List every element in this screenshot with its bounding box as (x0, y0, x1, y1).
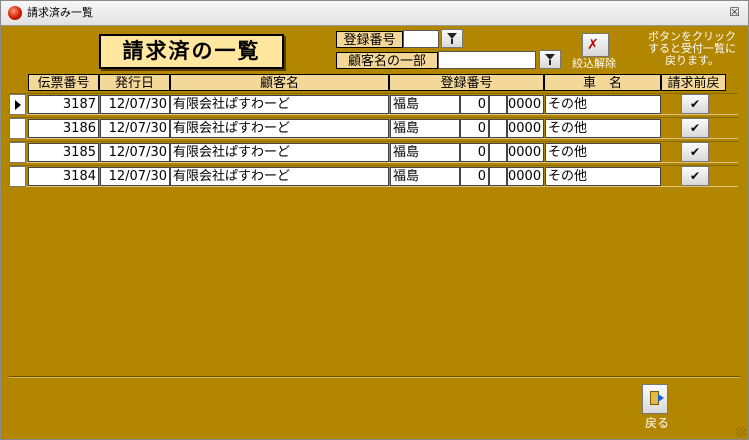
col-header-revert: 請求前戻 (661, 74, 726, 91)
cell-car-name[interactable]: その他 (545, 119, 661, 138)
cell-reg-area[interactable]: 福島 (390, 143, 460, 162)
cell-reg-kana[interactable] (489, 95, 507, 114)
cell-customer[interactable]: 有限会社ぱすわーど (170, 143, 389, 162)
cell-reg-kana[interactable] (489, 119, 507, 138)
back-button[interactable] (642, 384, 668, 414)
cell-reg-class[interactable]: 0 (460, 119, 489, 138)
return-hint-text: ボタンをクリックすると受付一覧に戻ります。 (648, 30, 736, 67)
revert-button[interactable]: ✔ (681, 94, 709, 114)
col-header-reg-no: 登録番号 (389, 74, 544, 91)
row-selector[interactable] (9, 142, 26, 163)
reg-no-filter-input[interactable] (403, 30, 439, 48)
cell-issue-date[interactable]: 12/07/30 (100, 95, 170, 114)
reg-no-filter-button[interactable] (441, 29, 463, 48)
row-selector[interactable] (9, 94, 26, 115)
cell-slip-no[interactable]: 3187 (28, 95, 99, 114)
clear-filter-button[interactable]: ✗ (582, 33, 609, 57)
cell-reg-number[interactable]: 0000 (507, 143, 544, 162)
form-body: 請求済の一覧 登録番号 顧客名の一部 ✗ 絞込解除 ボタンをクリックすると受付一… (2, 26, 747, 438)
col-header-customer: 顧客名 (170, 74, 389, 91)
cell-customer[interactable]: 有限会社ぱすわーど (170, 95, 389, 114)
cell-customer[interactable]: 有限会社ぱすわーど (170, 167, 389, 186)
cell-reg-class[interactable]: 0 (460, 167, 489, 186)
col-header-issue-date: 発行日 (99, 74, 170, 91)
cell-customer[interactable]: 有限会社ぱすわーど (170, 119, 389, 138)
reg-no-filter-label: 登録番号 (336, 31, 403, 48)
footer-divider (9, 376, 740, 378)
cell-reg-area[interactable]: 福島 (390, 95, 460, 114)
cell-reg-number[interactable]: 0000 (507, 95, 544, 114)
page-title: 請求済の一覧 (99, 34, 284, 69)
cell-reg-number[interactable]: 0000 (507, 119, 544, 138)
cell-slip-no[interactable]: 3184 (28, 167, 99, 186)
close-icon[interactable]: ☒ (729, 5, 740, 19)
col-header-slip-no: 伝票番号 (28, 74, 99, 91)
app-icon (8, 6, 22, 20)
cell-reg-number[interactable]: 0000 (507, 167, 544, 186)
cell-reg-class[interactable]: 0 (460, 95, 489, 114)
window-title: 請求済み一覧 (27, 6, 93, 19)
customer-part-filter-input[interactable] (438, 51, 536, 69)
funnel-stem (451, 39, 453, 44)
revert-button[interactable]: ✔ (681, 166, 709, 186)
revert-button[interactable]: ✔ (681, 142, 709, 162)
col-header-car-name: 車 名 (544, 74, 661, 91)
customer-part-filter-label: 顧客名の一部 (336, 52, 438, 69)
cell-issue-date[interactable]: 12/07/30 (100, 167, 170, 186)
cell-car-name[interactable]: その他 (545, 167, 661, 186)
revert-button[interactable]: ✔ (681, 118, 709, 138)
cell-slip-no[interactable]: 3186 (28, 119, 99, 138)
cell-slip-no[interactable]: 3185 (28, 143, 99, 162)
row-selector[interactable] (9, 166, 26, 187)
cell-reg-kana[interactable] (489, 167, 507, 186)
billed-list-window: 請求済み一覧 ☒ 請求済の一覧 登録番号 顧客名の一部 ✗ 絞込解除 ボタンをク… (0, 0, 749, 440)
cell-issue-date[interactable]: 12/07/30 (100, 143, 170, 162)
cell-reg-kana[interactable] (489, 143, 507, 162)
cell-reg-area[interactable]: 福島 (390, 167, 460, 186)
exit-arrow-icon (658, 394, 664, 402)
clear-filter-label: 絞込解除 (572, 57, 616, 70)
filter-clear-icon: ✗ (587, 37, 599, 53)
cell-issue-date[interactable]: 12/07/30 (100, 119, 170, 138)
customer-part-filter-button[interactable] (539, 50, 561, 69)
cell-reg-class[interactable]: 0 (460, 143, 489, 162)
title-bar: 請求済み一覧 ☒ (1, 1, 748, 26)
cell-reg-area[interactable]: 福島 (390, 119, 460, 138)
row-selector[interactable] (9, 118, 26, 139)
back-button-label: 戻る (645, 416, 670, 430)
funnel-stem (549, 60, 551, 65)
cell-car-name[interactable]: その他 (545, 95, 661, 114)
record-pointer-icon (15, 100, 21, 110)
cell-car-name[interactable]: その他 (545, 143, 661, 162)
resize-grip[interactable] (736, 427, 746, 437)
